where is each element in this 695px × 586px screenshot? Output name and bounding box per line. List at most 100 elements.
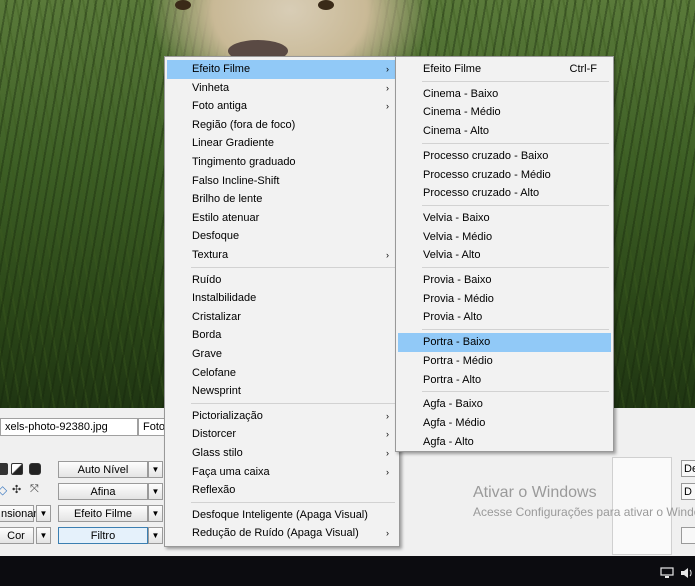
chevron-right-icon: › <box>386 82 389 93</box>
film-submenu-item-processo-cruzado-alto[interactable]: Processo cruzado - Alto <box>398 184 611 203</box>
film-submenu-item-label: Portra - Médio <box>423 354 493 367</box>
film-submenu-item-label: Portra - Alto <box>423 373 482 386</box>
filter-menu-item-label: Brilho de lente <box>192 193 263 206</box>
film-submenu-item-portra-medio[interactable]: Portra - Médio <box>398 352 611 371</box>
resize-icon[interactable]: ⤧ <box>30 483 39 496</box>
film-submenu-item-agfa-baixo[interactable]: Agfa - Baixo <box>398 395 611 414</box>
color-button[interactable]: Cor <box>0 527 34 544</box>
filter-menu-item-label: Borda <box>192 329 222 342</box>
filter-menu-item-label: Celofane <box>192 366 237 379</box>
filter-menu-item-reducao-de-ruido-apaga-visual[interactable]: Redução de Ruído (Apaga Visual) › <box>167 524 397 543</box>
dog-eye-right <box>318 0 334 10</box>
filter-menu-item-tingimento-graduado[interactable]: Tingimento graduado <box>167 153 397 172</box>
filter-menu-item-desfoque-inteligente-apaga-visual[interactable]: Desfoque Inteligente (Apaga Visual) <box>167 506 397 525</box>
filter-menu-item-label: Vinheta <box>192 81 230 94</box>
filter-menu-item-label: Região (fora de foco) <box>192 118 296 131</box>
film-effect-button[interactable]: Efeito Filme <box>58 505 148 522</box>
filter-menu-item-label: Ruído <box>192 273 222 286</box>
filter-menu-item-label: Desfoque Inteligente (Apaga Visual) <box>192 508 368 521</box>
resize-button[interactable]: nsionar <box>0 505 37 522</box>
film-submenu-item-velvia-baixo[interactable]: Velvia - Baixo <box>398 209 611 228</box>
film-submenu-item-cinema-baixo[interactable]: Cinema - Baixo <box>398 85 611 104</box>
filter-menu-item-label: Desfoque <box>192 230 240 243</box>
film-submenu-separator <box>422 142 609 144</box>
filter-menu-item-ruido[interactable]: Ruído <box>167 271 397 290</box>
film-submenu-item-velvia-alto[interactable]: Velvia - Alto <box>398 246 611 265</box>
rotate-icon[interactable]: ◇ <box>0 483 7 497</box>
film-submenu-item-label: Cinema - Médio <box>423 106 501 119</box>
filter-menu-item-desfoque[interactable]: Desfoque <box>167 227 397 246</box>
filter-menu-item-glass-stilo[interactable]: Glass stilo › <box>167 444 397 463</box>
film-submenu-item-cinema-alto[interactable]: Cinema - Alto <box>398 122 611 141</box>
edge-button-2[interactable]: D <box>681 483 695 500</box>
film-submenu-item-processo-cruzado-baixo[interactable]: Processo cruzado - Baixo <box>398 147 611 166</box>
film-submenu-item-label: Agfa - Alto <box>423 435 474 448</box>
film-submenu-separator <box>422 80 609 82</box>
dog-eye-left <box>175 0 191 10</box>
network-icon[interactable] <box>660 567 674 581</box>
filter-menu-item-label: Reflexão <box>192 484 236 497</box>
sharpen-dropdown[interactable]: ▼ <box>148 483 163 500</box>
filter-menu-item-grave[interactable]: Grave <box>167 345 397 364</box>
chevron-right-icon: › <box>386 410 389 421</box>
chevron-right-icon: › <box>386 448 389 458</box>
auto-level-button[interactable]: Auto Nível <box>58 461 148 478</box>
filter-menu-item-label: Instalbilidade <box>192 292 257 305</box>
edge-button-3[interactable] <box>681 527 695 544</box>
filter-menu-item-label: Tingimento graduado <box>192 156 296 168</box>
flip-icon[interactable]: ✣ <box>12 483 21 496</box>
edge-button-1[interactable]: De <box>681 460 695 477</box>
filter-menu-item-distorcer[interactable]: Distorcer › <box>167 425 397 444</box>
film-submenu-item-agfa-alto[interactable]: Agfa - Alto <box>398 433 611 452</box>
mode-icon-3[interactable] <box>29 463 41 475</box>
filter-button[interactable]: Filtro <box>58 527 148 544</box>
filter-menu-item-newsprint[interactable]: Newsprint <box>167 382 397 401</box>
film-submenu-item-agfa-medio[interactable]: Agfa - Médio <box>398 414 611 433</box>
mode-icon-2[interactable] <box>11 463 23 475</box>
film-submenu-item-processo-cruzado-medio[interactable]: Processo cruzado - Médio <box>398 166 611 185</box>
filter-menu-item-label: Estilo atenuar <box>192 211 260 224</box>
filter-menu-item-cristalizar[interactable]: Cristalizar <box>167 308 397 327</box>
film-submenu-separator <box>422 391 609 393</box>
filter-menu-item-linear-gradiente[interactable]: Linear Gradiente <box>167 134 397 153</box>
filter-menu-item-foto-antiga[interactable]: Foto antiga › <box>167 97 397 116</box>
film-effect-dropdown[interactable]: ▼ <box>148 505 163 522</box>
filter-menu-item-label: Grave <box>192 348 222 360</box>
filter-menu-separator <box>191 501 395 503</box>
file-tab-current[interactable]: xels-photo-92380.jpg <box>0 418 138 436</box>
film-submenu-item-label: Velvia - Alto <box>423 249 481 262</box>
filter-menu-item-instalbilidade[interactable]: Instalbilidade <box>167 289 397 308</box>
color-dropdown[interactable]: ▼ <box>36 527 51 544</box>
mode-icon-1[interactable] <box>0 463 8 475</box>
filter-menu-item-label: Linear Gradiente <box>192 137 274 150</box>
filter-menu-item-textura[interactable]: Textura › <box>167 246 397 265</box>
taskbar <box>0 556 695 586</box>
filter-menu-item-vinheta[interactable]: Vinheta › <box>167 79 397 98</box>
filter-menu-item-borda[interactable]: Borda <box>167 326 397 345</box>
filter-menu-item-pictorializacao[interactable]: Pictorialização › <box>167 407 397 426</box>
film-submenu-item-provia-medio[interactable]: Provia - Médio <box>398 290 611 309</box>
filter-menu-item-reflexao[interactable]: Reflexão <box>167 481 397 500</box>
filter-menu-item-label: Faça uma caixa <box>192 465 270 478</box>
filter-menu-item-regiao-fora-de-foco[interactable]: Região (fora de foco) <box>167 116 397 135</box>
sharpen-button[interactable]: Afina <box>58 483 148 500</box>
film-submenu-item-portra-alto[interactable]: Portra - Alto <box>398 371 611 390</box>
filter-menu-item-efeito-filme[interactable]: Efeito Filme › <box>167 60 397 79</box>
filter-menu-item-faca-uma-caixa[interactable]: Faça uma caixa › <box>167 463 397 482</box>
filter-dropdown[interactable]: ▼ <box>148 527 163 544</box>
film-submenu-item-velvia-medio[interactable]: Velvia - Médio <box>398 228 611 247</box>
volume-icon[interactable] <box>680 567 694 581</box>
film-submenu-item-provia-baixo[interactable]: Provia - Baixo <box>398 271 611 290</box>
filter-menu-item-falso-incline-shift[interactable]: Falso Incline-Shift <box>167 172 397 191</box>
filter-menu-item-celofane[interactable]: Celofane <box>167 364 397 383</box>
film-submenu-item-efeito-filme[interactable]: Efeito Filme Ctrl-F <box>398 60 611 79</box>
film-submenu-separator <box>422 267 609 268</box>
auto-level-dropdown[interactable]: ▼ <box>148 461 163 478</box>
filter-menu-item-label: Redução de Ruído (Apaga Visual) <box>192 527 359 540</box>
filter-menu-item-estilo-atenuar[interactable]: Estilo atenuar <box>167 209 397 228</box>
resize-dropdown[interactable]: ▼ <box>36 505 51 522</box>
filter-menu-item-brilho-de-lente[interactable]: Brilho de lente <box>167 190 397 209</box>
film-submenu-item-cinema-medio[interactable]: Cinema - Médio <box>398 103 611 122</box>
film-submenu-item-portra-baixo[interactable]: Portra - Baixo <box>398 333 611 353</box>
film-submenu-item-provia-alto[interactable]: Provia - Alto <box>398 308 611 327</box>
